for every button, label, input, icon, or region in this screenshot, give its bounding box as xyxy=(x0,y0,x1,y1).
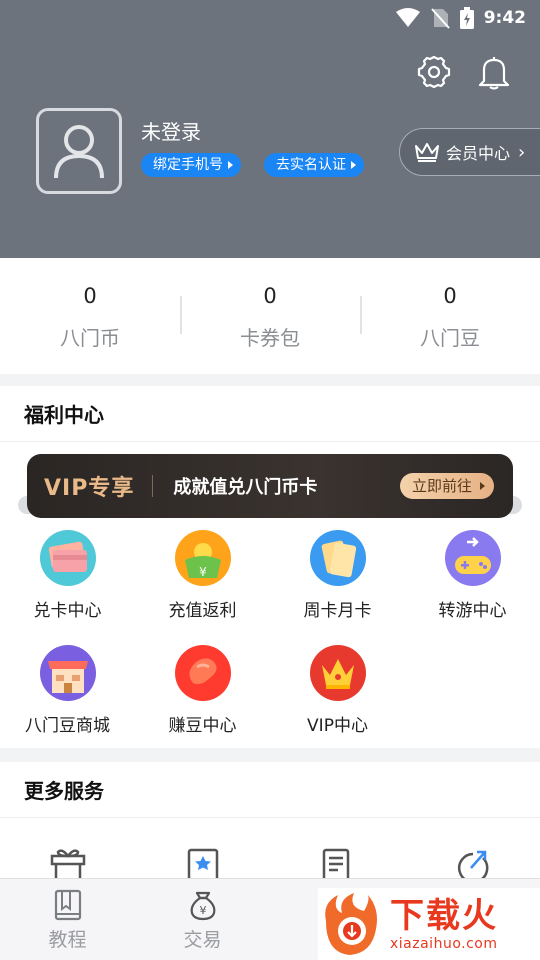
battery-icon xyxy=(459,7,474,29)
service-favorites[interactable] xyxy=(135,848,270,878)
grid-item-label: 赚豆中心 xyxy=(168,716,237,736)
crown-icon xyxy=(415,143,439,162)
bind-phone-button[interactable]: 绑定手机号 xyxy=(141,153,241,177)
game-transfer-icon xyxy=(444,530,501,586)
divider xyxy=(152,475,154,497)
svg-text:¥: ¥ xyxy=(199,565,207,579)
service-gift[interactable] xyxy=(0,848,135,878)
stat-bamen-coins[interactable]: 0 八门币 xyxy=(0,258,180,374)
tab-trade[interactable]: ¥ 交易 xyxy=(135,879,270,960)
section-title: 更多服务 xyxy=(0,762,540,818)
grid-item-label: 八门豆商城 xyxy=(25,716,110,736)
account-stats: 0 八门币 0 卡券包 0 八门豆 xyxy=(0,258,540,374)
stat-value: 0 xyxy=(263,284,277,308)
vip-exclusive-tag: VIP专享 xyxy=(44,476,135,501)
stat-value: 0 xyxy=(83,284,97,308)
document-icon xyxy=(322,848,349,878)
vip-center-label: 会员中心 xyxy=(446,144,511,163)
welfare-center: 福利中心 VIP专享 成就值兑八门币卡 立即前往 兑卡中心 ¥ 充值返利 周卡月… xyxy=(0,386,540,748)
clock: 9:42 xyxy=(483,8,526,28)
grid-item-label: VIP中心 xyxy=(307,716,368,736)
more-services-icons xyxy=(0,848,540,878)
welfare-grid: 兑卡中心 ¥ 充值返利 周卡月卡 转游中心 八门豆商城 赚豆中心 VIP中心 xyxy=(0,530,540,760)
grid-item-weekly-monthly-card[interactable]: 周卡月卡 xyxy=(270,530,405,645)
stat-bamen-beans[interactable]: 0 八门豆 xyxy=(360,258,540,374)
grid-item-vip-center[interactable]: VIP中心 xyxy=(270,645,405,760)
banner-text: 成就值兑八门币卡 xyxy=(173,477,318,498)
go-now-button[interactable]: 立即前往 xyxy=(399,473,494,499)
bean-mall-icon xyxy=(39,645,96,701)
service-documents[interactable] xyxy=(270,848,405,878)
notification-button[interactable] xyxy=(474,52,514,92)
profile-header: 9:42 未登录 绑定手机号 去实名认证 会员中心 › xyxy=(0,0,540,258)
book-icon xyxy=(54,889,81,921)
tab-label: 交易 xyxy=(183,929,222,951)
grid-item-card-exchange[interactable]: 兑卡中心 xyxy=(0,530,135,645)
stat-coupons[interactable]: 0 卡券包 xyxy=(180,258,360,374)
stat-label: 八门豆 xyxy=(420,326,480,350)
status-bar: 9:42 xyxy=(395,0,540,36)
vip-banner[interactable]: VIP专享 成就值兑八门币卡 立即前往 xyxy=(18,454,522,518)
grid-item-label: 转游中心 xyxy=(438,601,507,621)
user-icon xyxy=(54,125,104,179)
wifi-icon xyxy=(395,8,420,27)
tab-label: 教程 xyxy=(48,929,87,951)
banner-body[interactable]: VIP专享 成就值兑八门币卡 立即前往 xyxy=(27,454,513,518)
watermark-title: 下载火 xyxy=(390,896,498,936)
site-watermark: 下载火 xiazaihuo.com xyxy=(318,888,540,960)
grid-item-recharge-rebate[interactable]: ¥ 充值返利 xyxy=(135,530,270,645)
svg-text:¥: ¥ xyxy=(199,904,206,917)
bell-icon xyxy=(478,57,510,90)
grid-item-label: 充值返利 xyxy=(168,601,237,621)
grid-item-game-transfer[interactable]: 转游中心 xyxy=(405,530,540,645)
section-title: 福利中心 xyxy=(0,386,540,442)
chevron-right-icon: › xyxy=(518,141,526,163)
more-services: 更多服务 xyxy=(0,762,540,882)
grid-item-earn-beans[interactable]: 赚豆中心 xyxy=(135,645,270,760)
vip-center-button[interactable]: 会员中心 › xyxy=(399,128,540,176)
money-bag-icon: ¥ xyxy=(190,891,215,921)
avatar[interactable] xyxy=(36,108,122,194)
grid-item-bean-mall[interactable]: 八门豆商城 xyxy=(0,645,135,760)
weekly-monthly-card-icon xyxy=(309,530,366,586)
share-icon xyxy=(457,850,488,878)
stat-label: 八门币 xyxy=(60,326,120,350)
earn-beans-icon xyxy=(174,645,231,701)
flame-logo-icon xyxy=(325,893,377,955)
no-sim-icon xyxy=(430,8,450,29)
watermark-url: xiazaihuo.com xyxy=(390,936,498,952)
star-card-icon xyxy=(187,848,218,878)
grid-item-label: 兑卡中心 xyxy=(33,601,102,621)
real-name-auth-button[interactable]: 去实名认证 xyxy=(264,153,364,177)
tab-tutorial[interactable]: 教程 xyxy=(0,879,135,960)
vip-crown-icon xyxy=(309,645,366,701)
card-exchange-icon xyxy=(39,530,96,586)
gear-icon xyxy=(417,55,451,89)
settings-button[interactable] xyxy=(414,52,454,92)
stat-value: 0 xyxy=(443,284,457,308)
gift-icon xyxy=(50,849,85,878)
login-status[interactable]: 未登录 xyxy=(141,116,201,145)
stat-label: 卡券包 xyxy=(240,326,300,350)
grid-item-label: 周卡月卡 xyxy=(303,601,372,621)
service-share[interactable] xyxy=(405,848,540,878)
recharge-rebate-icon: ¥ xyxy=(174,530,231,586)
